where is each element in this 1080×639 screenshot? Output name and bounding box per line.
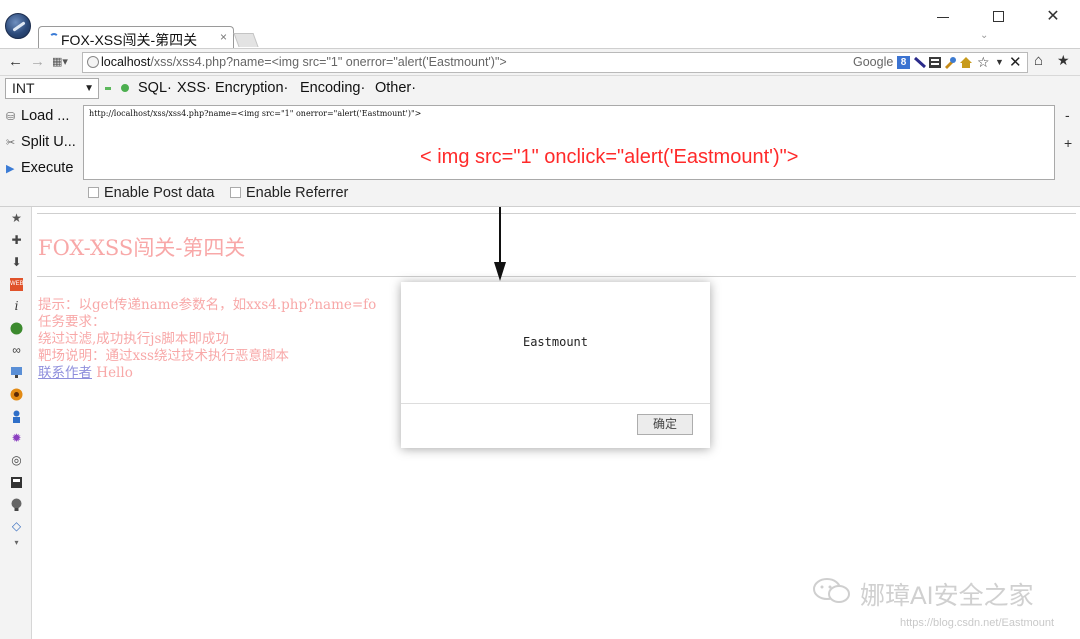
wechat-logo-icon [812, 575, 852, 605]
divider [37, 213, 1076, 214]
alert-dialog: Eastmount 确定 [401, 282, 710, 448]
download-icon[interactable]: ⬇ [10, 256, 23, 269]
forward-arrow-icon[interactable]: → [30, 53, 45, 70]
alert-message: Eastmount [522, 335, 589, 349]
ok-button[interactable]: 确定 [637, 414, 693, 435]
addon-sidebar: ★ ✚ ⬇ WEB i ∞ ✹ ◎ ◇ ▾ [0, 207, 32, 639]
watermark-url: https://blog.csdn.net/Eastmount [900, 617, 1055, 629]
enable-post-label: Enable Post data [104, 185, 215, 201]
dropdown-arrow-icon[interactable]: ▼ [995, 57, 1004, 67]
select-arrow-icon: ▼ [84, 83, 94, 94]
menu-sql[interactable]: SQL· [138, 80, 172, 96]
contact-author-link[interactable]: 联系作者 [38, 365, 92, 381]
lightbulb-icon[interactable] [10, 498, 23, 511]
tab-list-chevron-icon[interactable]: ⌄ [980, 30, 988, 41]
rss-icon[interactable] [929, 56, 941, 69]
calculator-icon[interactable] [10, 476, 23, 489]
pen-icon[interactable] [913, 56, 927, 69]
checkbox-box [230, 187, 241, 198]
maximize-button[interactable] [983, 6, 1013, 28]
glasses-icon[interactable]: ∞ [10, 344, 23, 357]
menu-other[interactable]: Other· [375, 80, 416, 96]
info-icon[interactable]: i [10, 300, 23, 313]
int-select[interactable]: INT ▼ [5, 78, 99, 99]
home-icon[interactable]: ⌂ [1034, 52, 1043, 69]
stop-icon[interactable]: ✕ [1009, 53, 1022, 71]
green-globe-icon[interactable] [10, 322, 23, 335]
url-textarea[interactable]: http://localhost/xss/xss4.php?name=<img … [83, 105, 1055, 180]
scissors-icon: ✂ [6, 137, 16, 149]
close-window-button[interactable]: ✕ [1038, 6, 1068, 28]
annotation-arrow-head [494, 262, 506, 281]
enable-post-checkbox[interactable]: Enable Post data [88, 185, 214, 201]
purple-gear-icon[interactable]: ✹ [10, 432, 23, 445]
tab-close-icon[interactable]: × [220, 30, 227, 44]
bookmarks-star-icon[interactable]: ★ [1057, 52, 1070, 69]
tab-title: FOX-XSS闯关-第四关 [61, 32, 198, 48]
play-icon: ▶ [6, 163, 15, 175]
hackbar-panel: ⛁ Load ... ✂ Split U... ▶ Execute http://lo… [0, 101, 1080, 207]
url-host: localhost [101, 55, 151, 69]
figure-icon[interactable] [10, 410, 23, 423]
navigation-bar: ← → ▦▾ localhost/xss/xss4.php?name=<img … [0, 48, 1080, 76]
wrench-icon[interactable] [944, 56, 956, 69]
puzzle-icon[interactable]: ✚ [10, 234, 23, 247]
expand-button[interactable]: + [1064, 135, 1072, 151]
loading-spinner-icon [49, 33, 59, 43]
checkbox-box [88, 187, 99, 198]
annotation-text: < img src="1" onclick="alert('Eastmount'… [420, 146, 799, 168]
minimize-button[interactable] [928, 6, 958, 28]
divider [37, 276, 1076, 277]
star-icon[interactable]: ★ [10, 212, 23, 225]
brush-icon[interactable]: ◇ [10, 520, 23, 533]
load-url-button[interactable]: ⛁ Load ... [6, 108, 69, 124]
monitor-icon[interactable] [10, 366, 23, 379]
menu-encryption[interactable]: Encryption· [215, 80, 288, 96]
hackbar-menu-bar: INT ▼ SQL· XSS· Encryption· Encoding· Ot… [0, 76, 1080, 101]
menu-xss[interactable]: XSS· [177, 80, 211, 96]
firebug-icon[interactable] [10, 388, 23, 401]
int-select-value: INT [12, 80, 35, 96]
load-icon: ⛁ [6, 111, 16, 123]
title-bar: FOX-XSS闯关-第四关 × ⌄ ✕ [0, 0, 1080, 48]
enable-referrer-label: Enable Referrer [246, 185, 349, 201]
decrease-icon[interactable] [105, 87, 111, 90]
home-badge-icon[interactable] [960, 56, 972, 69]
address-bar[interactable]: localhost/xss/xss4.php?name=<img src="1"… [82, 52, 1028, 73]
shrink-button[interactable]: - [1065, 107, 1070, 123]
enable-referrer-checkbox[interactable]: Enable Referrer [230, 185, 348, 201]
history-menu-icon[interactable]: ▦▾ [52, 55, 68, 68]
divider [401, 403, 710, 404]
minimize-icon [937, 17, 949, 18]
hello-text: Hello [96, 365, 133, 381]
execute-button[interactable]: ▶ Execute [6, 160, 73, 176]
annotation-arrow [499, 207, 501, 269]
execute-label: Execute [21, 160, 74, 176]
url-textarea-value: http://localhost/xss/xss4.php?name=<img … [89, 109, 422, 118]
web-developer-icon[interactable]: WEB [10, 278, 24, 291]
split-url-button[interactable]: ✂ Split U... [6, 134, 76, 150]
menu-encoding[interactable]: Encoding· [300, 80, 365, 96]
increase-icon[interactable] [121, 84, 129, 92]
new-tab-button[interactable] [233, 33, 259, 47]
palette-icon[interactable]: ◎ [10, 454, 23, 467]
maximize-icon [992, 11, 1004, 22]
site-identity-icon[interactable] [87, 56, 99, 68]
page-title: FOX-XSS闯关-第四关 [38, 236, 246, 260]
bookmark-star-icon[interactable]: ☆ [977, 54, 990, 71]
search-engine-label[interactable]: Google [853, 55, 893, 69]
browser-logo-icon[interactable] [5, 13, 31, 39]
contact-line: 联系作者 Hello [38, 361, 133, 381]
search-engine-icon[interactable]: 8 [897, 56, 910, 69]
url-path: /xss/xss4.php?name=<img src="1" onerror=… [150, 55, 507, 69]
tab-active[interactable]: FOX-XSS闯关-第四关 × [38, 26, 234, 48]
load-label: Load ... [21, 108, 70, 124]
watermark-text: 娜璋AI安全之家 [860, 582, 1034, 610]
split-label: Split U... [21, 134, 76, 150]
back-arrow-icon[interactable]: ← [8, 53, 23, 70]
sidebar-more-icon[interactable]: ▾ [10, 536, 23, 549]
